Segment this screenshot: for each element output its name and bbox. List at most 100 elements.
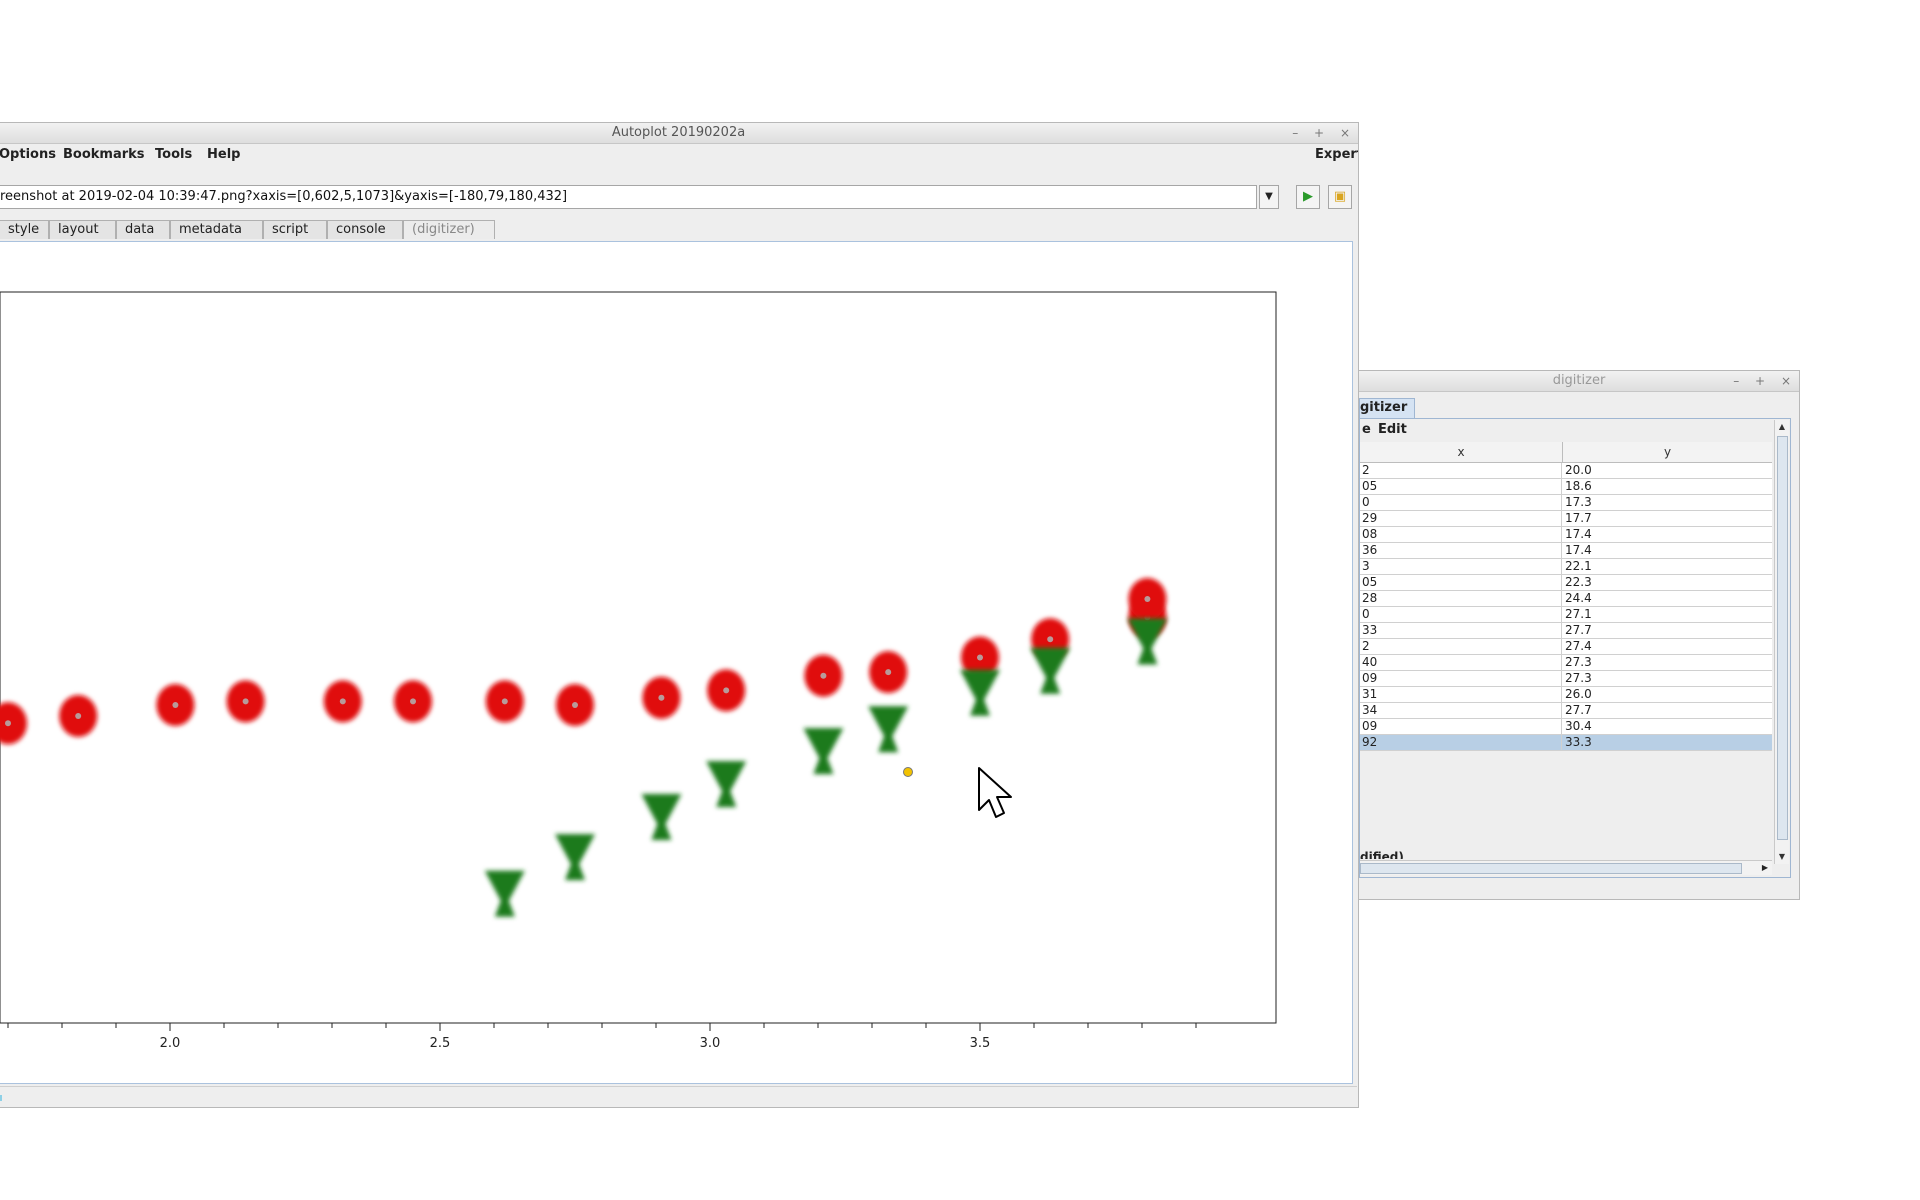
tab-digitizer-panel[interactable]: gitizer: [1359, 398, 1415, 418]
table-row[interactable]: 40 27.3: [1360, 655, 1772, 671]
close-icon[interactable]: ×: [1340, 126, 1350, 140]
close-icon[interactable]: ×: [1781, 374, 1791, 388]
table-row[interactable]: 33 27.7: [1360, 623, 1772, 639]
cell-x[interactable]: 33: [1360, 623, 1562, 639]
cell-y[interactable]: 27.3: [1563, 655, 1772, 670]
cell-y[interactable]: 30.4: [1563, 719, 1772, 734]
cell-y[interactable]: 27.1: [1563, 607, 1772, 622]
table-row[interactable]: 2 27.4: [1360, 639, 1772, 655]
cell-x[interactable]: 09: [1360, 671, 1562, 687]
table-row[interactable]: 05 18.6: [1360, 479, 1772, 495]
cell-x[interactable]: 0: [1360, 607, 1562, 623]
maximize-icon[interactable]: +: [1755, 374, 1765, 388]
menu-help[interactable]: Help: [207, 144, 240, 166]
cell-y[interactable]: 26.0: [1563, 687, 1772, 702]
cell-x[interactable]: 09: [1360, 719, 1562, 735]
cell-y[interactable]: 24.4: [1563, 591, 1772, 606]
tab-console[interactable]: console: [327, 220, 403, 239]
cell-x[interactable]: 36: [1360, 543, 1562, 559]
x-tick-label: 2.5: [430, 1036, 451, 1051]
cell-y[interactable]: 27.3: [1563, 671, 1772, 686]
table-row[interactable]: 0 27.1: [1360, 607, 1772, 623]
tab-data[interactable]: data: [116, 220, 170, 239]
cell-x[interactable]: 31: [1360, 687, 1562, 703]
tab-layout[interactable]: layout: [49, 220, 116, 239]
scroll-thumb[interactable]: [1777, 436, 1788, 840]
cell-y[interactable]: 17.4: [1563, 543, 1772, 558]
cell-x[interactable]: 05: [1360, 575, 1562, 591]
chevron-right-icon[interactable]: ▶: [1758, 861, 1772, 875]
browse-button[interactable]: ▣: [1328, 185, 1352, 209]
cell-x[interactable]: 08: [1360, 527, 1562, 543]
table-row[interactable]: 05 22.3: [1360, 575, 1772, 591]
digitizer-table[interactable]: x y 2 20.0 05 18.6 0 17.3 29 17.7 08 17.4 36 17.4 3 2…: [1360, 442, 1772, 797]
cell-x[interactable]: 3: [1360, 559, 1562, 575]
cell-x[interactable]: 29: [1360, 511, 1562, 527]
minimize-icon[interactable]: –: [1733, 374, 1739, 388]
table-row[interactable]: 36 17.4: [1360, 543, 1772, 559]
table-row[interactable]: 92 33.3: [1360, 735, 1772, 751]
plot-canvas-area[interactable]: 2.0 2.5 3.0 3.5: [0, 241, 1353, 1084]
table-row[interactable]: 0 17.3: [1360, 495, 1772, 511]
menu-expert[interactable]: Expert: [1315, 144, 1358, 166]
scroll-thumb[interactable]: [1360, 863, 1742, 874]
uri-history-dropdown[interactable]: ▼: [1259, 185, 1279, 209]
cell-y[interactable]: 17.7: [1563, 511, 1772, 526]
menu-file[interactable]: e: [1362, 419, 1371, 441]
cell-y[interactable]: 17.4: [1563, 527, 1772, 542]
menu-options[interactable]: Options: [0, 144, 56, 166]
tab-style[interactable]: style: [0, 220, 49, 239]
table-row[interactable]: 31 26.0: [1360, 687, 1772, 703]
table-row[interactable]: 09 27.3: [1360, 671, 1772, 687]
cell-y[interactable]: 27.7: [1563, 623, 1772, 638]
table-row[interactable]: 28 24.4: [1360, 591, 1772, 607]
vertical-scrollbar[interactable]: ▲ ▼: [1774, 420, 1789, 864]
cell-x[interactable]: 92: [1360, 735, 1562, 751]
tab-script[interactable]: script: [263, 220, 327, 239]
cell-y[interactable]: 17.3: [1563, 495, 1772, 510]
horizontal-scrollbar[interactable]: ▶: [1360, 860, 1772, 875]
cell-y[interactable]: 20.0: [1563, 463, 1772, 478]
data-point-center: [5, 720, 11, 727]
data-point-center: [723, 687, 730, 694]
data-point-center: [820, 672, 827, 679]
menu-tools[interactable]: Tools: [155, 144, 192, 166]
table-row[interactable]: 2 20.0: [1360, 463, 1772, 479]
plot-canvas[interactable]: 2.0 2.5 3.0 3.5: [0, 242, 1352, 1083]
autoplot-titlebar[interactable]: Autoplot 20190202a – + ×: [0, 123, 1358, 144]
cell-x[interactable]: 2: [1360, 463, 1562, 479]
table-row[interactable]: 34 27.7: [1360, 703, 1772, 719]
tab-metadata[interactable]: metadata: [170, 220, 263, 239]
table-row[interactable]: 09 30.4: [1360, 719, 1772, 735]
cell-y[interactable]: 22.1: [1563, 559, 1772, 574]
autoplot-window: Autoplot 20190202a – + × Options Bookmar…: [0, 122, 1359, 1108]
column-header-y[interactable]: y: [1563, 442, 1772, 462]
column-header-x[interactable]: x: [1360, 442, 1563, 462]
table-row[interactable]: 08 17.4: [1360, 527, 1772, 543]
menu-bookmarks[interactable]: Bookmarks: [63, 144, 145, 166]
cell-x[interactable]: 2: [1360, 639, 1562, 655]
cell-y[interactable]: 27.4: [1563, 639, 1772, 654]
plot-go-button[interactable]: ▶: [1296, 185, 1320, 209]
cell-y[interactable]: 18.6: [1563, 479, 1772, 494]
cell-y[interactable]: 22.3: [1563, 575, 1772, 590]
chevron-up-icon[interactable]: ▲: [1775, 420, 1789, 434]
cell-x[interactable]: 05: [1360, 479, 1562, 495]
maximize-icon[interactable]: +: [1314, 126, 1324, 140]
chevron-down-icon[interactable]: ▼: [1775, 850, 1789, 864]
cell-x[interactable]: 34: [1360, 703, 1562, 719]
table-row[interactable]: 3 22.1: [1360, 559, 1772, 575]
cell-x[interactable]: 40: [1360, 655, 1562, 671]
cell-x[interactable]: 28: [1360, 591, 1562, 607]
table-row[interactable]: 29 17.7: [1360, 511, 1772, 527]
cell-y[interactable]: 33.3: [1563, 735, 1772, 750]
menu-edit[interactable]: Edit: [1378, 419, 1407, 441]
cell-y[interactable]: 27.7: [1563, 703, 1772, 718]
plot-frame: [0, 291, 1277, 1024]
digitizer-titlebar[interactable]: digitizer – + ×: [1359, 371, 1799, 392]
status-bar: [0, 1086, 1357, 1107]
uri-input[interactable]: reenshot at 2019-02-04 10:39:47.png?xaxi…: [0, 185, 1257, 209]
cell-x[interactable]: 0: [1360, 495, 1562, 511]
minimize-icon[interactable]: –: [1292, 126, 1298, 140]
tab-digitizer[interactable]: (digitizer): [403, 220, 495, 239]
